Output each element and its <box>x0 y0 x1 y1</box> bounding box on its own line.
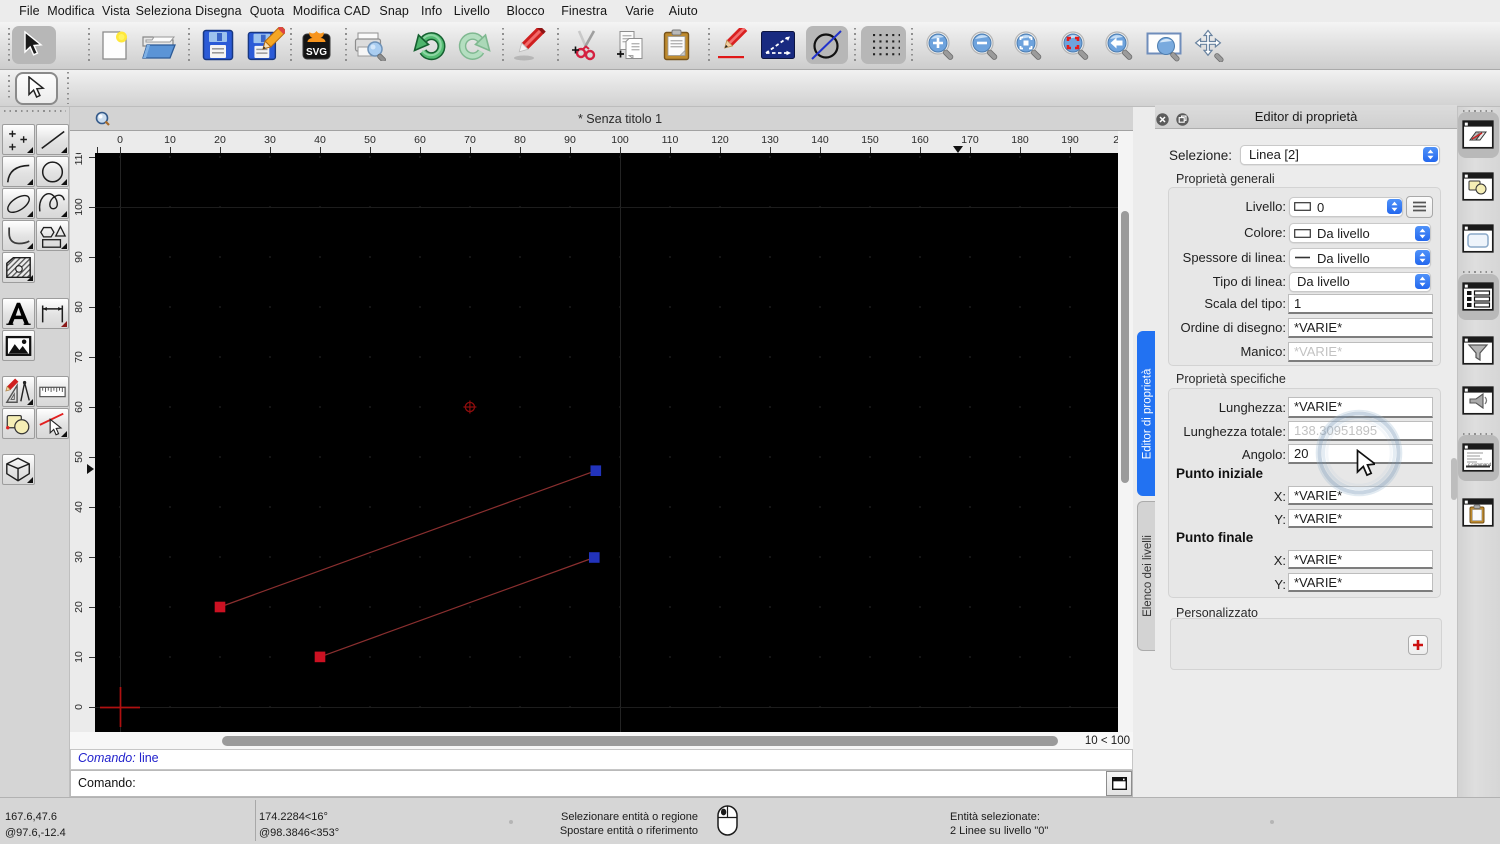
svg-text:c command: c command <box>1468 462 1492 467</box>
svg-text:SVG: SVG <box>306 47 327 58</box>
